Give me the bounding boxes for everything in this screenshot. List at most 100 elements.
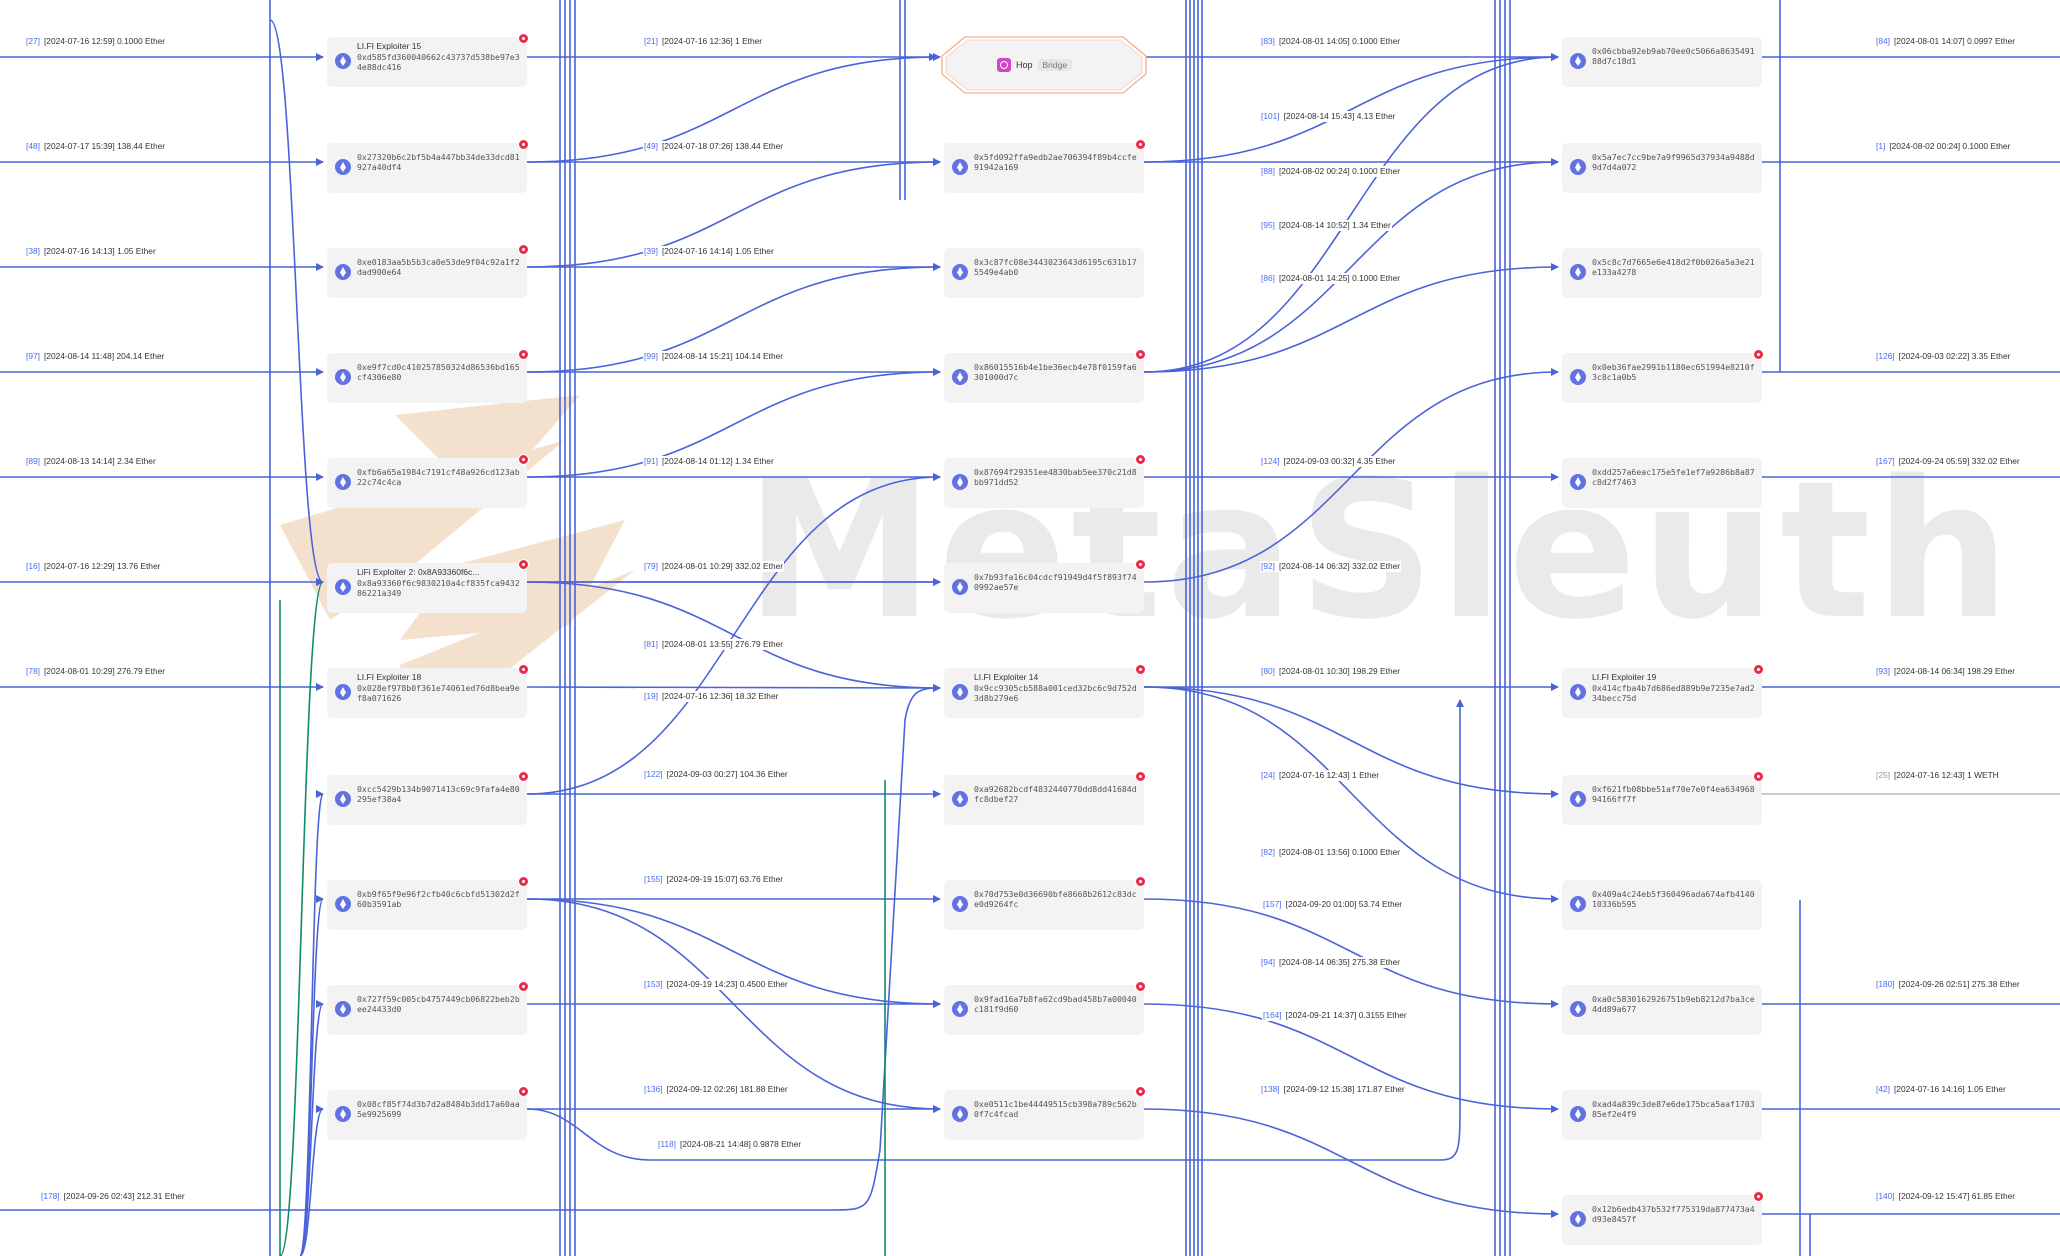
edge-id[interactable]: [86]	[1261, 273, 1275, 283]
edge-label[interactable]: [16] [2024-07-16 12:29] 13.76 Ether	[25, 561, 162, 572]
edge-label[interactable]: [118] [2024-08-21 14:48] 0.9878 Ether	[657, 1139, 803, 1150]
edge-id[interactable]: [42]	[1876, 1084, 1890, 1094]
edge-id[interactable]: [136]	[644, 1084, 663, 1094]
edge-id[interactable]: [49]	[644, 141, 658, 151]
edge-label[interactable]: [82] [2024-08-01 13:56] 0.1000 Ether	[1260, 847, 1402, 858]
graph-canvas[interactable]: MetaSleuth Hop Bridge LI.FI Exploiter 15…	[0, 0, 2060, 1256]
risk-flag-icon[interactable]	[1135, 664, 1146, 675]
edge-id[interactable]: [94]	[1261, 957, 1275, 967]
edge-label[interactable]: [21] [2024-07-16 12:36] 1 Ether	[643, 36, 764, 47]
edge-label[interactable]: [27] [2024-07-16 12:59] 0.1000 Ether	[25, 36, 167, 47]
edge-label[interactable]: [99] [2024-08-14 15:21] 104.14 Ether	[643, 351, 785, 362]
address-node[interactable]: 0x5fd092ffa9edb2ae706394f89b4ccfe91942a1…	[944, 139, 1146, 193]
edge-label[interactable]: [89] [2024-08-13 14:14] 2.34 Ether	[25, 456, 157, 467]
address-node[interactable]: 0xa0c5830162926751b9eb8212d7ba3ce4dd89a6…	[1562, 985, 1762, 1035]
risk-flag-icon[interactable]	[518, 1086, 529, 1097]
risk-flag-icon[interactable]	[1135, 349, 1146, 360]
risk-flag-icon[interactable]	[518, 876, 529, 887]
labeled-address-node[interactable]: LI.FI Exploiter 14 0x9cc9305cb588a001ced3…	[944, 664, 1146, 718]
edge-label[interactable]: [78] [2024-08-01 10:29] 276.79 Ether	[25, 666, 167, 677]
edge-id[interactable]: [24]	[1261, 770, 1275, 780]
risk-flag-icon[interactable]	[1135, 559, 1146, 570]
hop-bridge-node[interactable]: Hop Bridge	[941, 36, 1147, 94]
edge-id[interactable]: [82]	[1261, 847, 1275, 857]
edge-id[interactable]: [124]	[1261, 456, 1280, 466]
edge-label[interactable]: [157] [2024-09-20 01:00] 53.74 Ether	[1262, 899, 1404, 910]
edge-label[interactable]: [153] [2024-09-19 14:23] 0.4500 Ether	[643, 979, 789, 990]
edge-id[interactable]: [89]	[26, 456, 40, 466]
address-node[interactable]: 0x409a4c24eb5f360496ada674afb414010336b5…	[1562, 880, 1762, 930]
edge-label[interactable]: [25] [2024-07-16 12:43] 1 WETH	[1875, 770, 2000, 781]
address-node[interactable]: 0x0eb36fae2991b1180ec651994e8210f3c8c1a0…	[1562, 349, 1764, 403]
risk-flag-icon[interactable]	[518, 664, 529, 675]
edge-label[interactable]: [138] [2024-09-12 15:38] 171.87 Ether	[1260, 1084, 1406, 1095]
edge-id[interactable]: [83]	[1261, 36, 1275, 46]
edge-label[interactable]: [167] [2024-09-24 05:59] 332.02 Ether	[1875, 456, 2021, 467]
edge-id[interactable]: [92]	[1261, 561, 1275, 571]
edge-label[interactable]: [126] [2024-09-03 02:22] 3.35 Ether	[1875, 351, 2012, 362]
address-node[interactable]: 0xdd257a6eac175e5fe1ef7a9286b8a87c8d2f74…	[1562, 458, 1762, 508]
edge-id[interactable]: [164]	[1263, 1010, 1282, 1020]
address-node[interactable]: 0x7b93fa16c04cdcf91949d4f5f893f740992ae5…	[944, 559, 1146, 613]
labeled-address-node[interactable]: LI.FI Exploiter 15 0xd585fd360040662c4373…	[327, 33, 529, 87]
edge-id[interactable]: [16]	[26, 561, 40, 571]
edge-label[interactable]: [49] [2024-07-18 07:26] 138.44 Ether	[643, 141, 785, 152]
address-node[interactable]: 0xad4a839c3de87e6de175bca5aaf170385ef2e4…	[1562, 1090, 1762, 1140]
edge-id[interactable]: [1]	[1876, 141, 1885, 151]
edge-label[interactable]: [101] [2024-08-14 15:43] 4.13 Ether	[1260, 111, 1397, 122]
edge-label[interactable]: [124] [2024-09-03 00:32] 4.35 Ether	[1260, 456, 1397, 467]
labeled-address-node[interactable]: LI.FI Exploiter 18 0x028ef978b0f361e74061…	[327, 664, 529, 718]
risk-flag-icon[interactable]	[1753, 664, 1764, 675]
risk-flag-icon[interactable]	[1135, 771, 1146, 782]
edge-label[interactable]: [91] [2024-08-14 01:12] 1.34 Ether	[643, 456, 775, 467]
address-node[interactable]: 0xb9f65f9e96f2cfb40c6cbfd51302d2f60b3591…	[327, 876, 529, 930]
address-node[interactable]: 0xf621fb08bbe51af70e7e0f4ea63496894166ff…	[1562, 771, 1764, 825]
edge-id[interactable]: [167]	[1876, 456, 1895, 466]
risk-flag-icon[interactable]	[1753, 771, 1764, 782]
edge-id[interactable]: [25]	[1876, 770, 1890, 780]
edge-id[interactable]: [79]	[644, 561, 658, 571]
edge-label[interactable]: [42] [2024-07-16 14:16] 1.05 Ether	[1875, 1084, 2007, 1095]
address-node[interactable]: 0x5c8c7d7665e6e418d2f0b026a5a3e21e133a42…	[1562, 248, 1762, 298]
address-node[interactable]: 0x727f59c005cb4757449cb06822beb2bee24433…	[327, 981, 529, 1035]
edge-label[interactable]: [122] [2024-09-03 00:27] 104.36 Ether	[643, 769, 789, 780]
edge-label[interactable]: [38] [2024-07-16 14:13] 1.05 Ether	[25, 246, 157, 257]
address-node[interactable]: 0xcc5429b134b9071413c69c9fafa4e80295ef38…	[327, 771, 529, 825]
edge-id[interactable]: [80]	[1261, 666, 1275, 676]
risk-flag-icon[interactable]	[518, 771, 529, 782]
edge-label[interactable]: [95] [2024-08-14 10:52] 1.34 Ether	[1260, 220, 1392, 231]
address-node[interactable]: 0x12b6edb437b532f775319da877473a4d93e845…	[1562, 1191, 1764, 1245]
labeled-address-node[interactable]: LiFi Exploiter 2: 0x8A93360f6c... 0x8a933…	[327, 559, 529, 613]
risk-flag-icon[interactable]	[518, 139, 529, 150]
edge-label[interactable]: [79] [2024-08-01 10:29] 332.02 Ether	[643, 561, 785, 572]
address-node[interactable]: 0xfb6a65a1984c7191cf48a926cd123ab22c74c4…	[327, 454, 529, 508]
risk-flag-icon[interactable]	[518, 559, 529, 570]
edge-id[interactable]: [91]	[644, 456, 658, 466]
edge-id[interactable]: [140]	[1876, 1191, 1895, 1201]
risk-flag-icon[interactable]	[518, 981, 529, 992]
edge-label[interactable]: [86] [2024-08-01 14:25] 0.1000 Ether	[1260, 273, 1402, 284]
edge-id[interactable]: [99]	[644, 351, 658, 361]
address-node[interactable]: 0x86015516b4e1be36ecb4e78f0159fa6301000d…	[944, 349, 1146, 403]
edge-label[interactable]: [80] [2024-08-01 10:30] 198.29 Ether	[1260, 666, 1402, 677]
edge-id[interactable]: [178]	[41, 1191, 60, 1201]
edge-id[interactable]: [88]	[1261, 166, 1275, 176]
edge-label[interactable]: [180] [2024-09-26 02:51] 275.38 Ether	[1875, 979, 2021, 990]
edge-label[interactable]: [136] [2024-09-12 02:26] 181.88 Ether	[643, 1084, 789, 1095]
edge-id[interactable]: [19]	[644, 691, 658, 701]
edge-id[interactable]: [118]	[658, 1139, 676, 1149]
edge-label[interactable]: [88] [2024-08-02 00:24] 0.1000 Ether	[1260, 166, 1402, 177]
address-node[interactable]: 0x70d753e0d36690bfe8668b2612c83dce0d9264…	[944, 876, 1146, 930]
edge-label[interactable]: [92] [2024-08-14 06:32] 332.02 Ether	[1260, 561, 1402, 572]
edge-label[interactable]: [39] [2024-07-16 14:14] 1.05 Ether	[643, 246, 775, 257]
edge-id[interactable]: [153]	[644, 979, 663, 989]
edge-label[interactable]: [48] [2024-07-17 15:39] 138.44 Ether	[25, 141, 167, 152]
address-node[interactable]: 0x9fad16a7b8fa62cd9bad458b7a00040c181f9d…	[944, 981, 1146, 1035]
edge-id[interactable]: [84]	[1876, 36, 1890, 46]
edge-id[interactable]: [180]	[1876, 979, 1895, 989]
risk-flag-icon[interactable]	[1135, 981, 1146, 992]
edge-label[interactable]: [84] [2024-08-01 14:07] 0.0997 Ether	[1875, 36, 2017, 47]
edge-label[interactable]: [97] [2024-08-14 11:48] 204.14 Ether	[25, 351, 166, 362]
risk-flag-icon[interactable]	[1135, 454, 1146, 465]
address-node[interactable]: 0xe9f7cd0c410257850324d86536bd165cf4306e…	[327, 349, 529, 403]
